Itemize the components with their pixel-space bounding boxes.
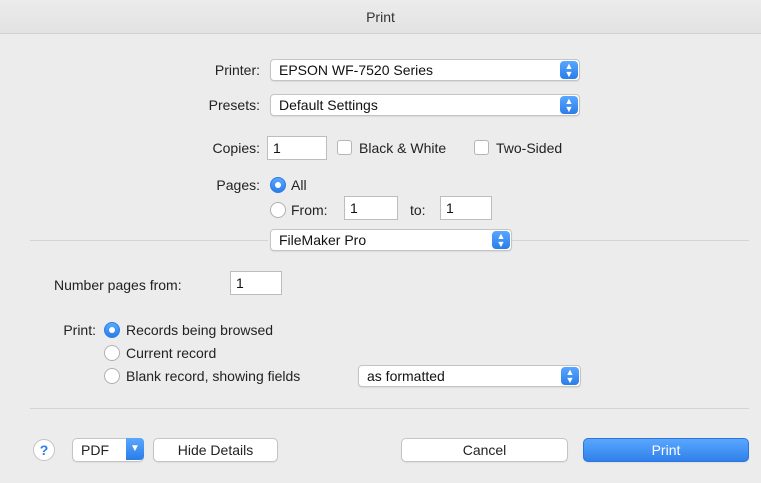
pages-to-input[interactable]: 1 [440, 196, 492, 220]
pages-to-label: to: [410, 202, 426, 218]
print-dialog: Printer: EPSON WF-7520 Series ▲ ▼ Presets… [0, 34, 761, 483]
blank-record-radio[interactable] [104, 368, 120, 384]
hide-details-button[interactable]: Hide Details [153, 438, 278, 462]
pages-from-input[interactable]: 1 [344, 196, 398, 220]
separator-left [30, 240, 268, 241]
printer-label: Printer: [214, 62, 260, 78]
black-white-label: Black & White [359, 140, 447, 156]
chevron-updown-icon: ▲ ▼ [560, 96, 578, 114]
chevron-updown-icon: ▲ ▼ [560, 61, 578, 79]
separator-right [512, 240, 749, 241]
presets-value: Default Settings [279, 97, 378, 113]
printer-select[interactable]: EPSON WF-7520 Series ▲ ▼ [270, 59, 580, 81]
section-select[interactable]: FileMaker Pro ▲ ▼ [270, 229, 512, 251]
blank-format-select[interactable]: as formatted ▲ ▼ [358, 365, 581, 387]
pages-from-label: From: [291, 202, 328, 218]
cancel-button[interactable]: Cancel [401, 438, 568, 462]
records-browsed-label: Records being browsed [126, 322, 274, 338]
pages-from-radio[interactable] [270, 202, 286, 218]
number-pages-label: Number pages from: [54, 277, 182, 293]
chevron-updown-icon: ▲ ▼ [561, 367, 579, 385]
copies-label: Copies: [212, 140, 260, 156]
window-title: Print [0, 0, 761, 34]
print-button[interactable]: Print [583, 438, 749, 462]
black-white-checkbox[interactable] [337, 140, 352, 155]
pdf-button[interactable]: PDF ▼ [72, 438, 144, 462]
pages-all-label: All [291, 177, 307, 193]
pages-all-radio[interactable] [270, 177, 286, 193]
chevron-down-icon: ▼ [126, 438, 144, 460]
pages-label: Pages: [216, 177, 260, 193]
number-pages-input[interactable]: 1 [230, 271, 282, 295]
presets-select[interactable]: Default Settings ▲ ▼ [270, 94, 580, 116]
current-record-label: Current record [126, 345, 217, 361]
section-value: FileMaker Pro [279, 232, 367, 248]
presets-label: Presets: [208, 97, 260, 113]
separator-bottom [30, 408, 749, 409]
two-sided-checkbox[interactable] [474, 140, 489, 155]
pdf-label: PDF [81, 442, 109, 458]
blank-format-value: as formatted [367, 368, 445, 384]
chevron-updown-icon: ▲ ▼ [492, 231, 510, 249]
copies-input[interactable]: 1 [267, 136, 327, 160]
blank-record-label: Blank record, showing fields [126, 368, 301, 384]
records-browsed-radio[interactable] [104, 322, 120, 338]
help-icon[interactable]: ? [33, 439, 55, 461]
current-record-radio[interactable] [104, 345, 120, 361]
printer-value: EPSON WF-7520 Series [279, 62, 434, 78]
two-sided-label: Two-Sided [496, 140, 563, 156]
print-options-label: Print: [63, 322, 96, 338]
